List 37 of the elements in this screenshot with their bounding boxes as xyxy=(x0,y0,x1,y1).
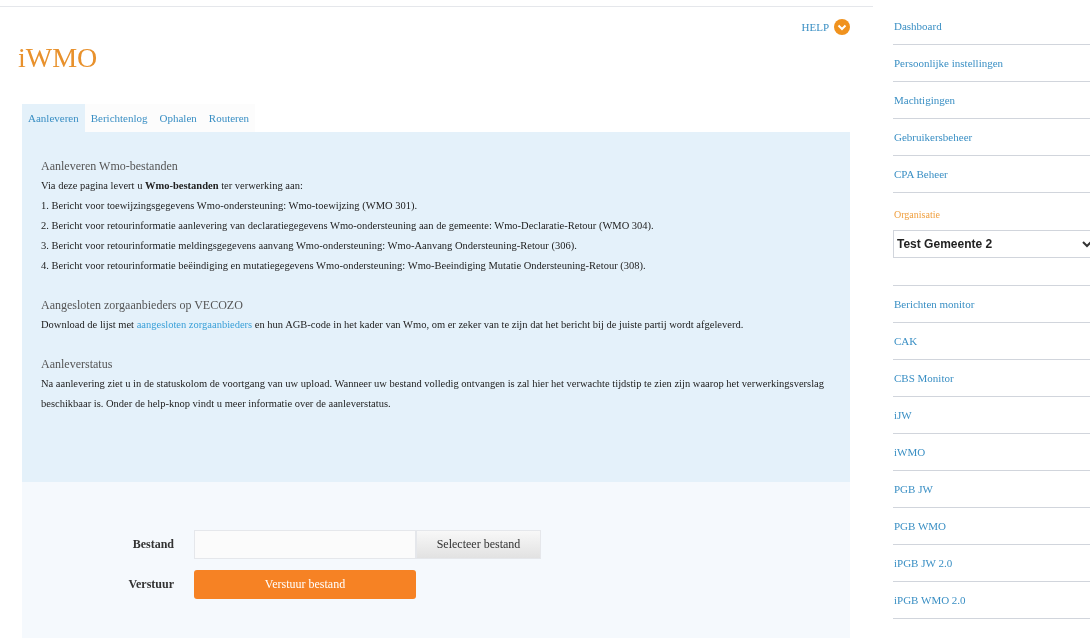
organisation-select[interactable]: Test Gemeente 2 xyxy=(893,230,1090,258)
help-link[interactable]: HELP xyxy=(801,19,829,36)
nav-link[interactable]: iPGB WMO 2.0 xyxy=(893,582,1090,619)
nav-link[interactable]: PGB JW xyxy=(893,471,1090,508)
tab[interactable]: Aanleveren xyxy=(22,104,85,132)
nav-link[interactable]: iJW xyxy=(893,397,1090,434)
select-file-button[interactable]: Selecteer bestand xyxy=(416,529,541,559)
nav-link[interactable]: CAK xyxy=(893,323,1090,360)
dropdown-caret-icon xyxy=(1082,239,1090,249)
text-line: 3. Bericht voor retourinformatie meldingsgegevens aanvang Wmo-ondersteuning: Wmo-Aanvang Ondersteuning-Retour (306). xyxy=(41,239,578,253)
nav-link[interactable]: Machtigingen xyxy=(893,82,1090,119)
field-label: Verstuur xyxy=(127,576,175,593)
paragraph: Na aanlevering ziet u in de statuskolom de voortgang van uw upload. Wanneer uw bestand volledig ontvangen is zal hier het verwachte tijdstip te zien zijn waarop het verwerkingsverslag beschikbaar is. Onder de help-knop vindt u meer informatie over de aanleverstatus. xyxy=(41,377,825,411)
nav-link[interactable]: CBS Monitor xyxy=(893,360,1090,397)
text-line: 1. Bericht voor toewijzingsgegevens Wmo-ondersteuning: Wmo-toewijzing (WMO 301). xyxy=(41,199,419,213)
field-label: Bestand xyxy=(131,536,175,553)
text-line: 4. Bericht voor retourinformatie beëindiging en mutatiegegevens Wmo-ondersteuning: Wmo-Beeindiging Mutatie Ondersteuning-Retour (308). xyxy=(41,259,647,273)
nav-link[interactable]: CPA Beheer xyxy=(893,156,1090,193)
text-line: 2. Bericht voor retourinformatie aanlevering van declaratiegegevens Wmo-ondersteuning aan de gemeente: Wmo-Declaratie-Retour (WMO 304). xyxy=(41,219,655,233)
nav-link[interactable]: PGB WMO xyxy=(893,508,1090,545)
chevron-down-icon xyxy=(834,19,850,36)
file-field[interactable] xyxy=(194,529,416,559)
text-line: Via deze pagina levert u Wmo-bestanden ter verwerking aan: xyxy=(41,179,304,193)
link[interactable]: aangesloten zorgaanbieders xyxy=(136,319,253,330)
paragraph: Download de lijst met aangesloten zorgaanbieders en hun AGB-code in het kader van Wmo, om er zeker van te zijn dat het bericht bij de juiste partij wordt afgeleverd. xyxy=(41,318,745,332)
section-heading: Aanleveren Wmo-bestanden xyxy=(41,158,179,175)
section-heading: Aanleverstatus xyxy=(41,356,114,373)
section-heading: Aangesloten zorgaanbieders op VECOZO xyxy=(41,297,244,314)
nav-link[interactable]: Dashboard xyxy=(893,8,1090,45)
send-file-button[interactable]: Verstuur bestand xyxy=(194,569,416,599)
nav-link[interactable]: Gebruikersbeheer xyxy=(893,119,1090,156)
nav-link[interactable]: Persoonlijke instellingen xyxy=(893,45,1090,82)
nav-link[interactable]: iPGB JW 2.0 xyxy=(893,545,1090,582)
nav-link[interactable]: iWMO xyxy=(893,434,1090,471)
app-title: iWMO xyxy=(18,41,98,75)
organisation-label: Organisatie xyxy=(894,208,941,222)
nav-link[interactable]: Berichten monitor xyxy=(893,286,1090,323)
